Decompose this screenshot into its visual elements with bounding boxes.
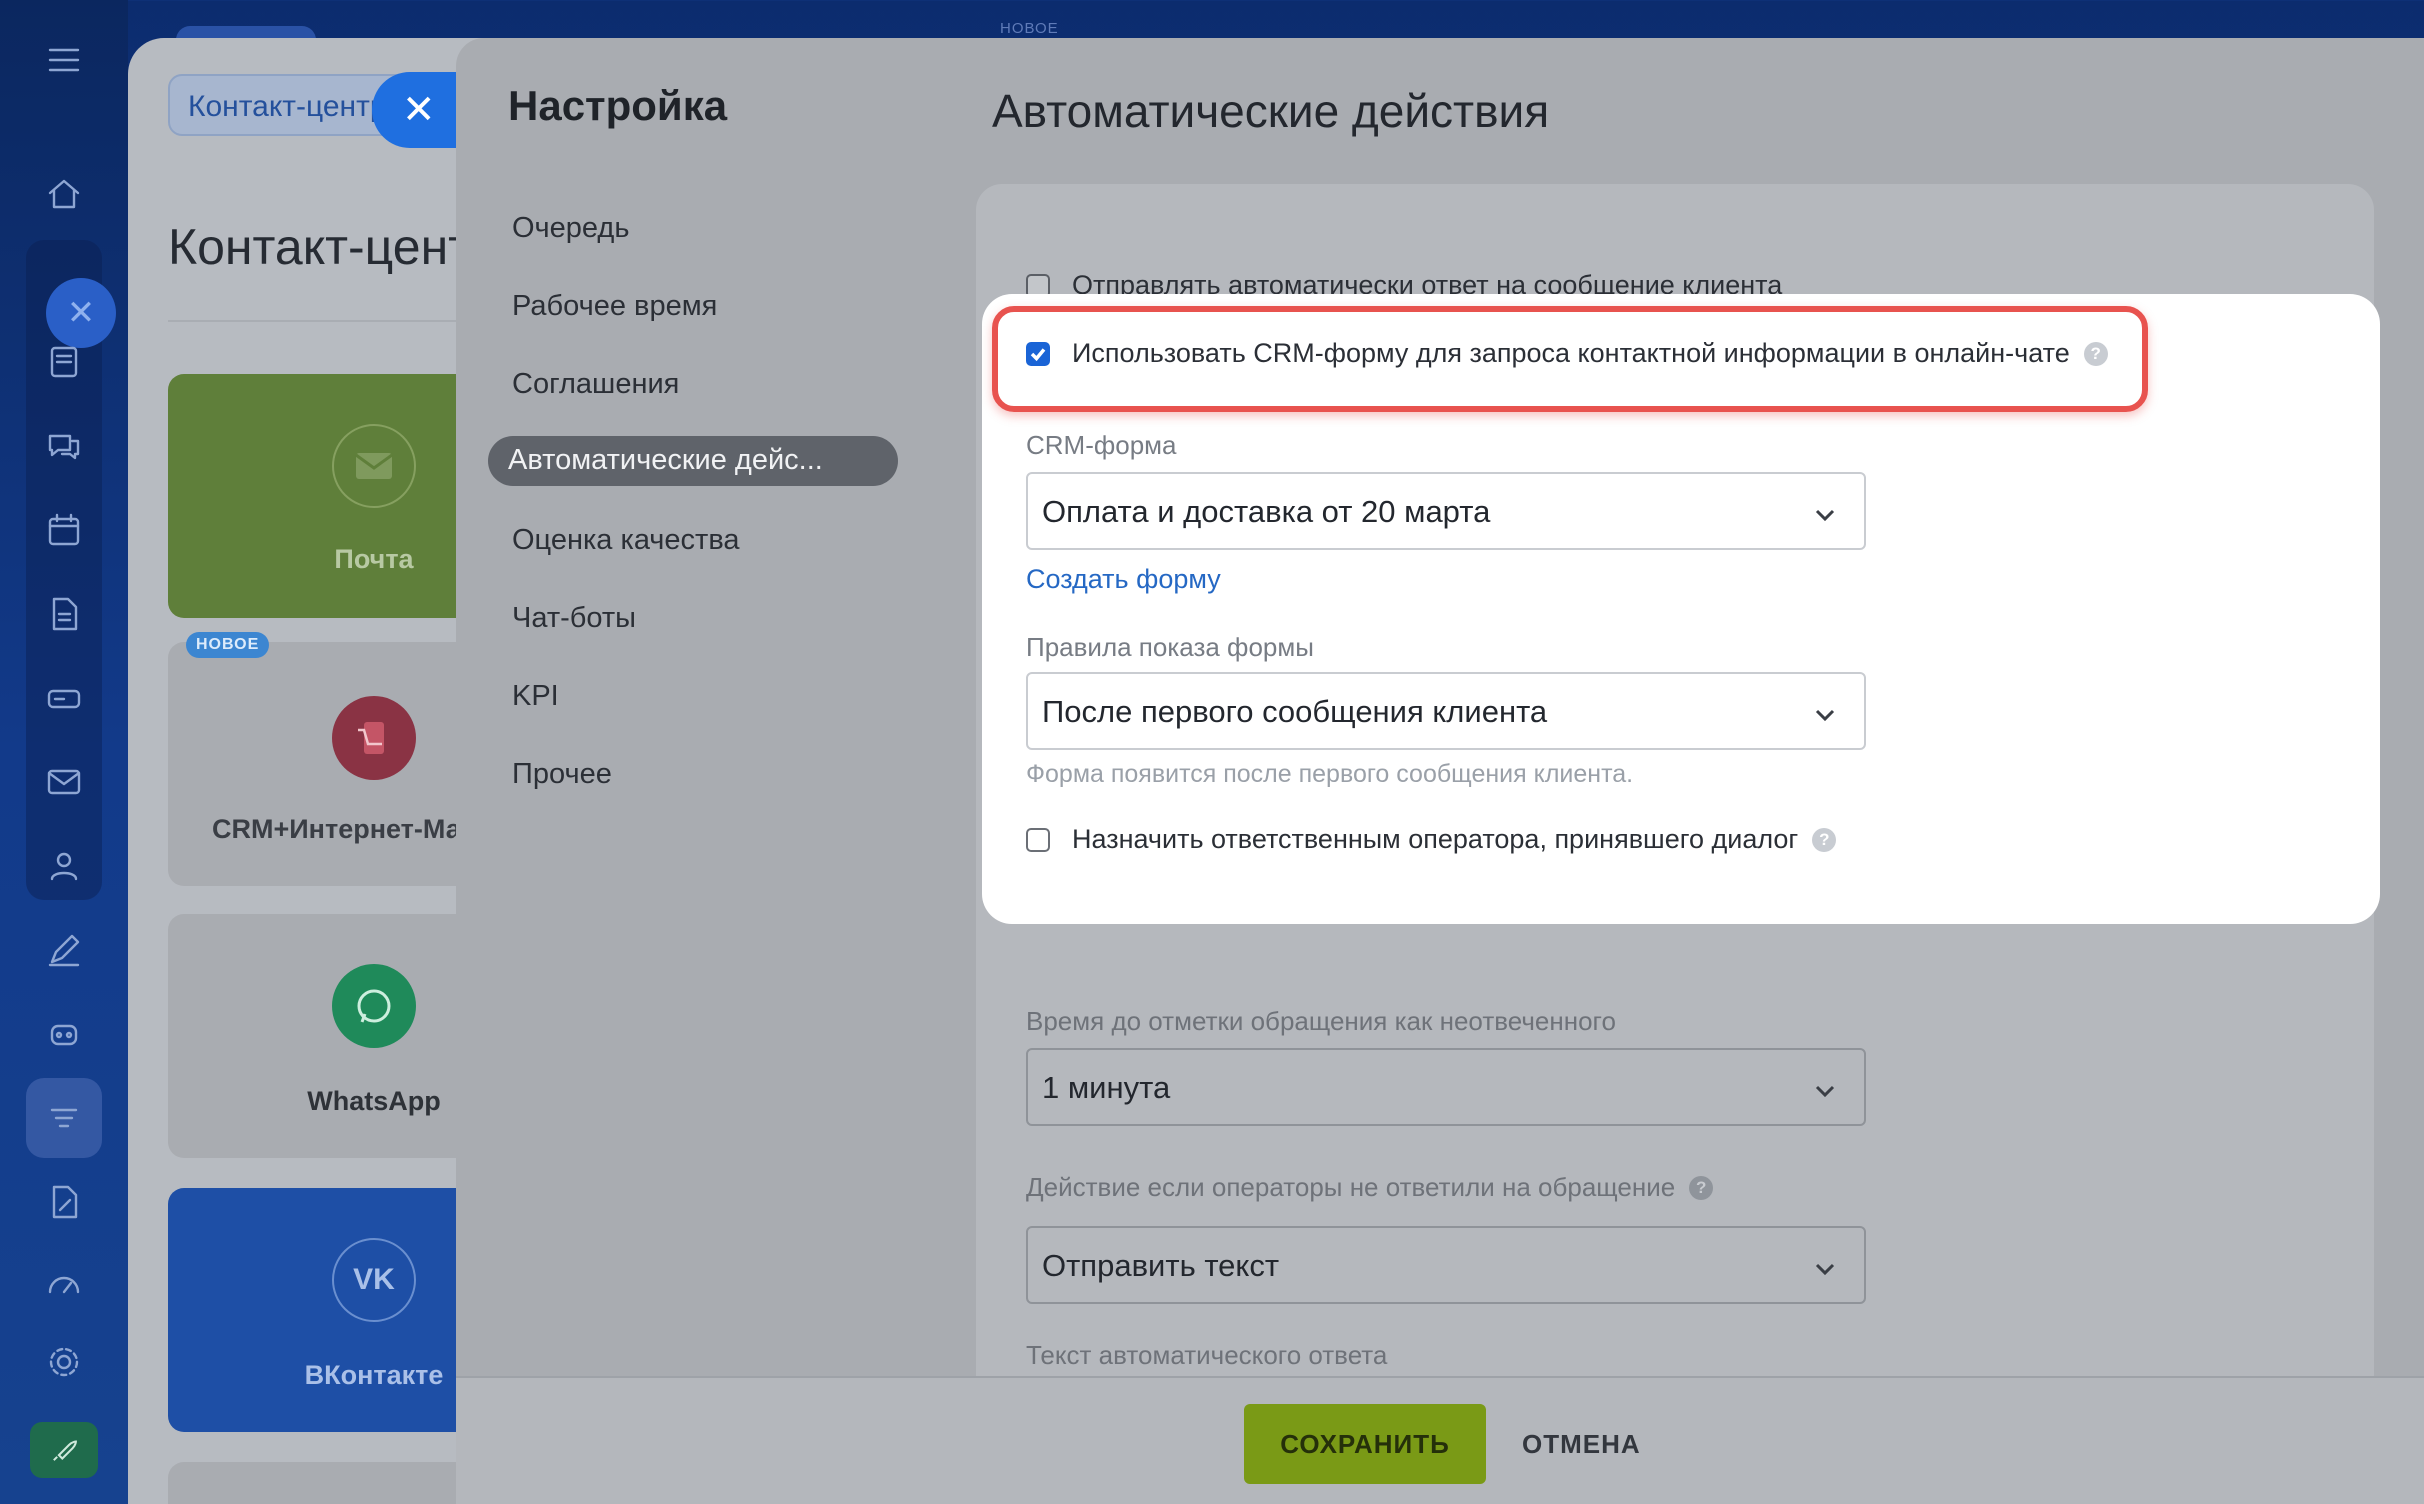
- settings-gear-icon[interactable]: [36, 1334, 92, 1390]
- highlight-frame: [992, 306, 2148, 412]
- crm-form-value: Оплата и доставка от 20 марта: [1042, 494, 1491, 529]
- cancel-button[interactable]: ОТМЕНА: [1522, 1404, 1641, 1484]
- no-answer-action-value: Отправить текст: [1042, 1248, 1280, 1283]
- save-button[interactable]: СОХРАНИТЬ: [1244, 1404, 1486, 1484]
- form-rules-hint: Форма появится после первого сообщения к…: [1026, 760, 1634, 788]
- whatsapp-icon: [332, 964, 416, 1048]
- mail-icon[interactable]: [36, 754, 92, 810]
- speedometer-icon[interactable]: [36, 1256, 92, 1312]
- rocket-icon[interactable]: [30, 1422, 98, 1478]
- background-new-badge: НОВОЕ: [1000, 20, 1059, 37]
- assign-operator-label: Назначить ответственным оператора, приня…: [1072, 824, 1799, 854]
- calendar-icon[interactable]: [36, 502, 92, 558]
- drive-icon[interactable]: [36, 670, 92, 726]
- assign-operator-row[interactable]: Назначить ответственным оператора, приня…: [1026, 824, 1837, 855]
- menu-item-auto-actions[interactable]: Автоматические дейс...: [488, 436, 898, 486]
- home-icon[interactable]: [36, 166, 92, 222]
- settings-title: Настройка: [508, 82, 728, 129]
- left-nav-rail: ✕: [0, 0, 128, 1504]
- feed-icon[interactable]: [36, 334, 92, 390]
- chat-icon[interactable]: [36, 418, 92, 474]
- shop-icon: [332, 696, 416, 780]
- menu-item-chatbots[interactable]: Чат-боты: [488, 578, 898, 656]
- menu-item-quality[interactable]: Оценка качества: [488, 500, 898, 578]
- vk-icon: VK: [332, 1238, 416, 1322]
- chevron-down-icon: [1812, 500, 1838, 526]
- no-answer-label-row: Действие если операторы не ответили на о…: [1026, 1172, 1714, 1203]
- menu-item-other[interactable]: Прочее: [488, 734, 898, 812]
- assign-operator-checkbox[interactable]: [1026, 827, 1050, 852]
- help-icon[interactable]: ?: [1812, 827, 1837, 852]
- create-form-link[interactable]: Создать форму: [1026, 564, 1221, 595]
- page-title: Автоматические действия: [992, 85, 1550, 137]
- document-icon[interactable]: [36, 586, 92, 642]
- crm-form-label: CRM-форма: [1026, 430, 1177, 460]
- background-page-title: Контакт-центр: [168, 219, 499, 275]
- help-icon[interactable]: ?: [1689, 1175, 1714, 1200]
- unanswered-time-select[interactable]: 1 минута: [1026, 1048, 1866, 1126]
- users-icon[interactable]: [36, 838, 92, 894]
- mail-icon: [332, 424, 416, 508]
- contact-center-icon[interactable]: [26, 1078, 102, 1158]
- pencil-icon[interactable]: [36, 922, 92, 978]
- chevron-down-icon: [1812, 700, 1838, 726]
- menu-item-kpi[interactable]: KPI: [488, 656, 898, 734]
- menu-item-working-hours[interactable]: Рабочее время: [488, 266, 898, 344]
- form-rules-label: Правила показа формы: [1026, 632, 1314, 662]
- unanswered-time-value: 1 минута: [1042, 1070, 1171, 1105]
- unanswered-time-label: Время до отметки обращения как неотвечен…: [1026, 1006, 1616, 1036]
- form-rules-value: После первого сообщения клиента: [1042, 694, 1548, 729]
- chevron-down-icon: [1812, 1254, 1838, 1280]
- edit-document-icon[interactable]: [36, 1174, 92, 1230]
- menu-item-agreements[interactable]: Соглашения: [488, 344, 898, 422]
- robot-icon[interactable]: [36, 1006, 92, 1062]
- form-rules-select[interactable]: После первого сообщения клиента: [1026, 672, 1866, 750]
- menu-item-queue[interactable]: Очередь: [488, 188, 898, 266]
- no-answer-label: Действие если операторы не ответили на о…: [1026, 1172, 1676, 1202]
- crm-form-select[interactable]: Оплата и доставка от 20 марта: [1026, 472, 1866, 550]
- no-answer-action-select[interactable]: Отправить текст: [1026, 1226, 1866, 1304]
- chevron-down-icon: [1812, 1076, 1838, 1102]
- auto-text-label: Текст автоматического ответа: [1026, 1340, 1388, 1370]
- new-badge: НОВОЕ: [186, 632, 270, 658]
- settings-menu: Очередь Рабочее время Соглашения Автомат…: [488, 188, 898, 812]
- hamburger-menu-icon[interactable]: [36, 32, 92, 88]
- footer-bar: СОХРАНИТЬ ОТМЕНА: [456, 1376, 2424, 1504]
